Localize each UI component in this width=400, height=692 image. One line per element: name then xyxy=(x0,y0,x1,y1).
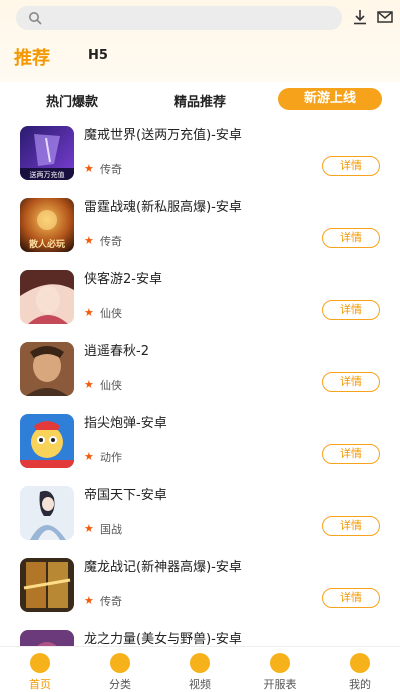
game-title: 侠客游2-安卓 xyxy=(84,272,162,287)
list-item[interactable]: 侠客游2-安卓 ★ 仙侠 详情 xyxy=(8,262,392,334)
profile-icon xyxy=(350,653,370,673)
detail-button[interactable]: 详情 xyxy=(322,516,380,536)
star-icon: ★ xyxy=(84,234,94,247)
download-icon[interactable] xyxy=(352,9,368,25)
star-icon: ★ xyxy=(84,594,94,607)
detail-button[interactable]: 详情 xyxy=(322,156,380,176)
list-item[interactable]: 帝国天下-安卓 ★ 国战 详情 xyxy=(8,478,392,550)
star-icon: ★ xyxy=(84,162,94,175)
game-thumbnail: 散人必玩 xyxy=(20,198,74,252)
game-thumbnail xyxy=(20,270,74,324)
detail-button[interactable]: 详情 xyxy=(322,228,380,248)
list-item[interactable]: 指尖炮弹-安卓 ★ 动作 详情 xyxy=(8,406,392,478)
game-category: 传奇 xyxy=(100,163,122,176)
home-icon xyxy=(30,653,50,673)
nav-server-list[interactable]: 开服表 xyxy=(240,647,320,691)
bottom-nav: 首页 分类 视频 开服表 我的 xyxy=(0,646,400,691)
game-category: 传奇 xyxy=(100,235,122,248)
game-thumbnail xyxy=(20,558,74,612)
top-bar: 推荐 H5 xyxy=(0,0,400,82)
list-item[interactable]: 送两万充值 魔戒世界(送两万充值)-安卓 ★ 传奇 详情 xyxy=(8,118,392,190)
nav-profile[interactable]: 我的 xyxy=(320,647,400,691)
tab-recommend[interactable]: 推荐 xyxy=(14,44,50,70)
detail-button[interactable]: 详情 xyxy=(322,300,380,320)
game-category: 传奇 xyxy=(100,595,122,608)
game-title: 逍遥春秋-2 xyxy=(84,344,149,359)
subtab-new-games[interactable]: 新游上线 xyxy=(278,88,382,110)
search-input[interactable] xyxy=(16,6,342,30)
game-list-panel: 热门爆款 精品推荐 新游上线 送两万充值 魔戒世界(送两万充值)-安卓 ★ 传奇… xyxy=(8,82,392,648)
game-thumbnail xyxy=(20,342,74,396)
detail-button[interactable]: 详情 xyxy=(322,372,380,392)
detail-button[interactable]: 详情 xyxy=(322,444,380,464)
cover-text: 送两万充值 xyxy=(30,170,65,179)
star-icon: ★ xyxy=(84,378,94,391)
detail-button[interactable]: 详情 xyxy=(322,588,380,608)
game-category: 仙侠 xyxy=(100,379,122,392)
list-item[interactable]: 散人必玩 雷霆战魂(新私服高爆)-安卓 ★ 传奇 详情 xyxy=(8,190,392,262)
star-icon: ★ xyxy=(84,450,94,463)
subtab-featured[interactable]: 精品推荐 xyxy=(174,91,226,110)
server-list-icon xyxy=(270,653,290,673)
search-icon xyxy=(29,12,42,25)
game-title: 魔戒世界(送两万充值)-安卓 xyxy=(84,128,242,143)
subtab-bar: 热门爆款 精品推荐 新游上线 xyxy=(8,82,392,118)
nav-video[interactable]: 视频 xyxy=(160,647,240,691)
tab-h5[interactable]: H5 xyxy=(88,48,108,63)
game-category: 国战 xyxy=(100,523,122,536)
game-title: 雷霆战魂(新私服高爆)-安卓 xyxy=(84,200,242,215)
game-category: 动作 xyxy=(100,451,122,464)
list-item[interactable]: 魔龙战记(新神器高爆)-安卓 ★ 传奇 详情 xyxy=(8,550,392,622)
cover-text: 散人必玩 xyxy=(29,238,65,250)
game-title: 帝国天下-安卓 xyxy=(84,488,167,503)
game-thumbnail xyxy=(20,486,74,540)
game-thumbnail xyxy=(20,414,74,468)
nav-category[interactable]: 分类 xyxy=(80,647,160,691)
list-item[interactable]: 龙之力量(美女与野兽)-安卓 xyxy=(8,622,392,648)
subtab-hot[interactable]: 热门爆款 xyxy=(46,91,98,110)
star-icon: ★ xyxy=(84,306,94,319)
game-category: 仙侠 xyxy=(100,307,122,320)
mail-icon[interactable] xyxy=(377,9,393,25)
game-title: 指尖炮弹-安卓 xyxy=(84,416,167,431)
video-icon xyxy=(190,653,210,673)
list-item[interactable]: 逍遥春秋-2 ★ 仙侠 详情 xyxy=(8,334,392,406)
category-icon xyxy=(110,653,130,673)
nav-home[interactable]: 首页 xyxy=(0,647,80,691)
game-title: 龙之力量(美女与野兽)-安卓 xyxy=(84,632,242,647)
game-thumbnail: 送两万充值 xyxy=(20,126,74,180)
game-title: 魔龙战记(新神器高爆)-安卓 xyxy=(84,560,242,575)
star-icon: ★ xyxy=(84,522,94,535)
